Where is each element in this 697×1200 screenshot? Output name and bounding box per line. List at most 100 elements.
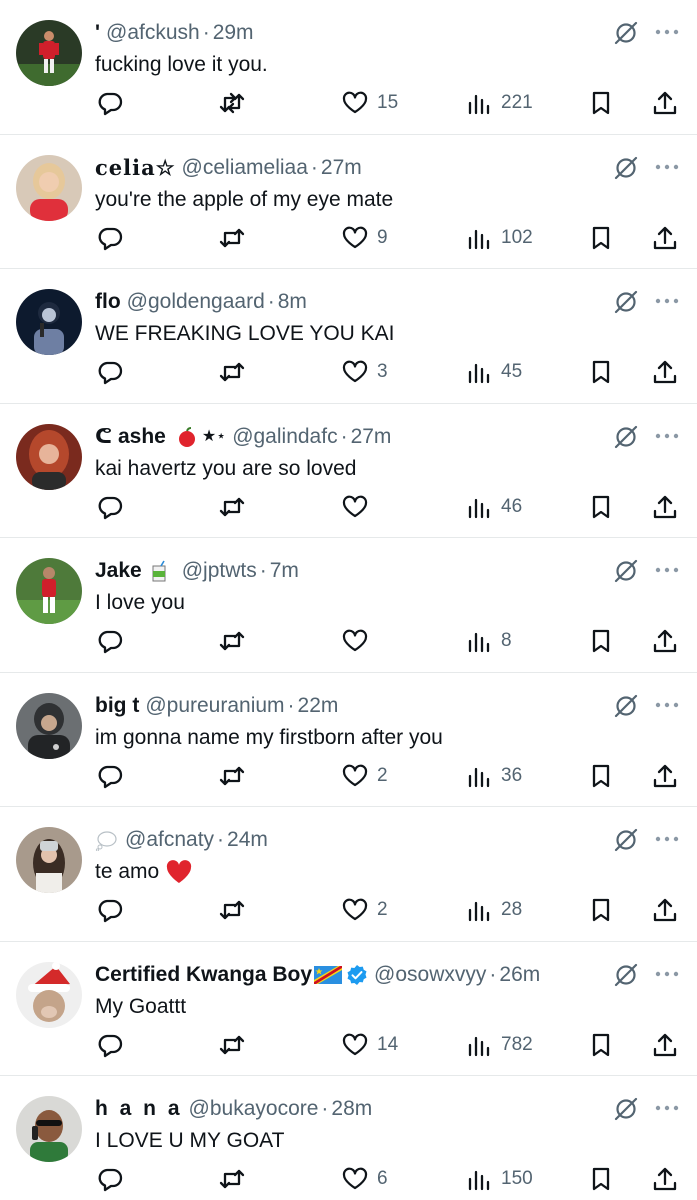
timestamp[interactable]: 29m: [213, 19, 254, 47]
display-name[interactable]: celia☆: [95, 154, 176, 182]
views-button[interactable]: 28: [465, 893, 522, 927]
bookmark-button[interactable]: [587, 893, 615, 927]
handle[interactable]: @bukayocore: [189, 1095, 319, 1123]
bookmark-button[interactable]: [587, 86, 615, 120]
display-name[interactable]: ': [95, 19, 100, 47]
handle[interactable]: @galindafc: [232, 423, 337, 451]
avatar[interactable]: [16, 1096, 82, 1162]
share-button[interactable]: [651, 86, 679, 120]
display-name[interactable]: big t: [95, 692, 139, 720]
bookmark-button[interactable]: [587, 759, 615, 793]
grok-icon[interactable]: [613, 1096, 639, 1122]
grok-icon[interactable]: [613, 558, 639, 584]
bookmark-button[interactable]: [587, 624, 615, 658]
share-button[interactable]: [651, 1028, 679, 1062]
grok-icon[interactable]: [613, 424, 639, 450]
share-button[interactable]: [651, 759, 679, 793]
share-button[interactable]: [651, 221, 679, 255]
tweet[interactable]: flo @goldengaard · 8m WE FREAKING LOVE Y…: [0, 269, 697, 404]
handle[interactable]: @afckush: [106, 19, 200, 47]
avatar[interactable]: [16, 154, 82, 221]
grok-icon[interactable]: [613, 289, 639, 315]
more-icon[interactable]: [654, 834, 680, 844]
more-icon[interactable]: [654, 700, 680, 710]
retweet-button[interactable]: [218, 1028, 246, 1062]
avatar[interactable]: [16, 423, 82, 490]
like-button[interactable]: [341, 490, 377, 524]
views-button[interactable]: 102: [465, 221, 533, 255]
reply-button[interactable]: [96, 624, 124, 658]
more-icon[interactable]: [654, 162, 680, 172]
avatar[interactable]: [16, 827, 82, 893]
more-icon[interactable]: [654, 565, 680, 575]
display-name[interactable]: flo: [95, 288, 121, 316]
reply-button[interactable]: [96, 759, 124, 793]
grok-icon[interactable]: [613, 962, 639, 988]
tweet[interactable]: ' @afckush · 29m fucking love it you. 15…: [0, 0, 697, 135]
reply-button[interactable]: [96, 1028, 124, 1062]
bookmark-button[interactable]: [587, 355, 615, 389]
timestamp[interactable]: 26m: [499, 961, 540, 989]
tweet[interactable]: ᕦ ashe ★⋆ @galindafc · 27m kai havertz y…: [0, 404, 697, 538]
share-button[interactable]: [651, 893, 679, 927]
views-button[interactable]: 782: [465, 1028, 533, 1062]
avatar[interactable]: [16, 692, 82, 759]
grok-icon[interactable]: [613, 155, 639, 181]
views-button[interactable]: 150: [465, 1162, 533, 1196]
reply-button[interactable]: [96, 355, 124, 389]
bookmark-button[interactable]: [587, 1028, 615, 1062]
timestamp[interactable]: 27m: [351, 423, 392, 451]
retweet-button[interactable]: [218, 86, 246, 120]
views-button[interactable]: 46: [465, 490, 522, 524]
like-button[interactable]: 15: [341, 86, 398, 120]
reply-button[interactable]: [96, 1162, 124, 1196]
like-button[interactable]: 2: [341, 759, 388, 793]
grok-icon[interactable]: [613, 20, 639, 46]
more-icon[interactable]: [654, 431, 680, 441]
avatar[interactable]: [16, 961, 82, 1028]
display-name[interactable]: ᕦ ashe: [95, 423, 166, 451]
views-button[interactable]: 45: [465, 355, 522, 389]
timestamp[interactable]: 24m: [227, 826, 268, 854]
more-icon[interactable]: [654, 1103, 680, 1113]
avatar[interactable]: [16, 289, 82, 355]
retweet-button[interactable]: [218, 759, 246, 793]
like-button[interactable]: [341, 624, 377, 658]
views-button[interactable]: 8: [465, 624, 512, 658]
display-name[interactable]: h a n a: [95, 1095, 183, 1123]
bookmark-button[interactable]: [587, 490, 615, 524]
handle[interactable]: @celiameliaa: [182, 154, 308, 182]
more-icon[interactable]: [654, 296, 680, 306]
avatar[interactable]: [16, 20, 82, 86]
timestamp[interactable]: 7m: [270, 557, 299, 585]
like-button[interactable]: 2: [341, 893, 388, 927]
retweet-button[interactable]: [218, 624, 246, 658]
handle[interactable]: @jptwts: [182, 557, 257, 585]
retweet-button[interactable]: [218, 490, 246, 524]
retweet-button[interactable]: [218, 355, 246, 389]
reply-button[interactable]: [96, 893, 124, 927]
like-button[interactable]: 14: [341, 1028, 398, 1062]
tweet[interactable]: h a n a @bukayocore · 28m I LOVE U MY GO…: [0, 1076, 697, 1200]
handle[interactable]: @goldengaard: [127, 288, 265, 316]
timestamp[interactable]: 28m: [331, 1095, 372, 1123]
timestamp[interactable]: 8m: [278, 288, 307, 316]
share-button[interactable]: [651, 1162, 679, 1196]
retweet-button[interactable]: [218, 221, 246, 255]
tweet[interactable]: big t @pureuranium · 22m im gonna name m…: [0, 673, 697, 807]
display-name[interactable]: Certified Kwanga Boy: [95, 961, 312, 989]
tweet[interactable]: celia☆ @celiameliaa · 27m you're the app…: [0, 135, 697, 269]
share-button[interactable]: [651, 355, 679, 389]
timestamp[interactable]: 27m: [321, 154, 362, 182]
grok-icon[interactable]: [613, 827, 639, 853]
share-button[interactable]: [651, 624, 679, 658]
like-button[interactable]: 9: [341, 221, 388, 255]
avatar[interactable]: [16, 558, 82, 624]
timestamp[interactable]: 22m: [298, 692, 339, 720]
retweet-button[interactable]: [218, 1162, 246, 1196]
tweet[interactable]: Certified Kwanga Boy @osowxvyy · 26m My …: [0, 942, 697, 1076]
display-name[interactable]: Jake: [95, 557, 142, 585]
bookmark-button[interactable]: [587, 221, 615, 255]
reply-button[interactable]: [96, 86, 124, 120]
tweet[interactable]: Jake @jptwts · 7m I love you 8: [0, 538, 697, 673]
